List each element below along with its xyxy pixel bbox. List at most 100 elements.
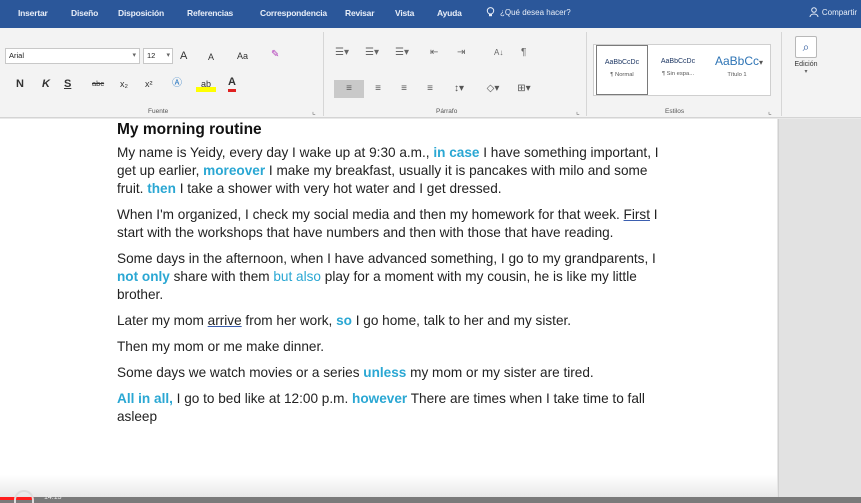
editing-label: Edición	[794, 61, 818, 68]
text-run: Later my mom	[117, 313, 208, 328]
share-label: Compartir	[821, 7, 857, 17]
shrink-font-button[interactable]: A	[208, 49, 214, 65]
text-run: I go home, talk to her and my sister.	[351, 313, 572, 328]
search-icon: ⌕	[795, 36, 817, 58]
highlighted-word: First	[623, 207, 650, 222]
highlighted-word: but also	[273, 269, 321, 284]
tell-me-label: ¿Qué desea hacer?	[500, 7, 571, 17]
highlighted-word: All in all,	[117, 391, 173, 406]
highlighted-word: in case	[433, 145, 480, 160]
strikethrough-button[interactable]: abc	[92, 76, 104, 92]
increase-indent-icon[interactable]: ⇥	[457, 45, 465, 61]
group-divider	[781, 32, 782, 116]
chevron-down-icon: ▾	[166, 52, 170, 59]
dialog-launcher-icon[interactable]: ⌞	[312, 107, 316, 116]
clear-format-icon[interactable]: ✎	[271, 47, 279, 63]
font-color-button[interactable]: A	[228, 76, 236, 92]
tab-correspondencia[interactable]: Correspondencia	[260, 8, 327, 18]
justify-icon[interactable]: ≡	[419, 80, 441, 98]
group-divider	[586, 32, 587, 116]
numbering-icon[interactable]: ☰▾	[365, 45, 379, 61]
styles-gallery: AaBbCcDc ¶ Normal AaBbCcDc ¶ Sin espa...…	[593, 44, 771, 96]
change-case-button[interactable]: Aa	[237, 48, 248, 64]
style-no-spacing[interactable]: AaBbCcDc ¶ Sin espa...	[652, 45, 704, 95]
tab-revisar[interactable]: Revisar	[345, 8, 375, 18]
bullets-icon[interactable]: ☰▾	[335, 45, 349, 61]
styles-group-label: Estilos	[665, 108, 685, 115]
side-panel	[778, 119, 861, 503]
style-heading-1[interactable]: AaBbCc Título 1	[706, 45, 768, 95]
group-divider	[323, 32, 324, 116]
video-progress-track[interactable]	[0, 497, 861, 503]
superscript-button[interactable]: x²	[145, 76, 153, 92]
style-name: ¶ Sin espa...	[661, 71, 695, 77]
dialog-launcher-icon[interactable]: ⌞	[768, 107, 772, 116]
sort-button[interactable]: A↓	[494, 45, 503, 61]
chevron-down-icon: ▾	[804, 69, 808, 75]
multilevel-list-icon[interactable]: ☰▾	[395, 45, 409, 61]
chevron-down-icon[interactable]: ▾	[759, 58, 763, 67]
text-effects-icon[interactable]: Ⓐ	[172, 76, 182, 92]
subscript-button[interactable]: x₂	[120, 76, 128, 92]
text-run: Some days in the afternoon, when I have …	[117, 251, 656, 266]
ribbon-tab-bar: Insertar Diseño Disposición Referencias …	[0, 0, 861, 28]
tell-me-box[interactable]: ¿Qué desea hacer?	[486, 7, 571, 17]
style-name: Título 1	[727, 72, 747, 78]
bold-button[interactable]: N	[16, 76, 24, 92]
line-spacing-icon[interactable]: ↕▾	[448, 80, 470, 98]
document-content[interactable]: My morning routine My name is Yeidy, eve…	[117, 121, 677, 434]
font-group-label: Fuente	[148, 108, 169, 115]
align-center-icon[interactable]: ≡	[367, 80, 389, 98]
document-paragraph: Some days in the afternoon, when I have …	[117, 250, 677, 304]
document-body: My name is Yeidy, every day I wake up at…	[117, 144, 677, 426]
text-run: Some days we watch movies or a series	[117, 365, 364, 380]
highlighted-word: unless	[363, 365, 407, 380]
play-icon[interactable]	[14, 490, 34, 503]
tab-insertar[interactable]: Insertar	[18, 8, 48, 18]
decrease-indent-icon[interactable]: ⇤	[430, 45, 438, 61]
text-run: from her work,	[241, 313, 337, 328]
text-run: My name is Yeidy, every day I wake up at…	[117, 145, 434, 160]
highlighted-word: however	[352, 391, 408, 406]
document-paragraph: When I'm organized, I check my social me…	[117, 206, 677, 242]
tab-diseno[interactable]: Diseño	[71, 8, 98, 18]
text-run: I take a shower with very hot water and …	[175, 181, 502, 196]
font-name-select[interactable]: Arial ▾	[5, 48, 140, 64]
style-normal[interactable]: AaBbCcDc ¶ Normal	[596, 45, 648, 95]
highlighted-word: moreover	[203, 163, 266, 178]
text-run: my mom or my sister are tired.	[406, 365, 594, 380]
tab-vista[interactable]: Vista	[395, 8, 414, 18]
underline-button[interactable]: S	[64, 76, 71, 92]
person-icon	[809, 7, 819, 17]
tab-referencias[interactable]: Referencias	[187, 8, 233, 18]
document-paragraph: Later my mom arrive from her work, so I …	[117, 312, 677, 330]
text-run: share with them	[169, 269, 274, 284]
highlighted-word: not only	[117, 269, 170, 284]
highlighted-word: arrive	[207, 313, 242, 328]
italic-button[interactable]: K	[42, 76, 50, 92]
align-left-icon: ≡	[346, 83, 352, 94]
shading-icon[interactable]: ◇▾	[482, 80, 504, 98]
tab-disposicion[interactable]: Disposición	[118, 8, 164, 18]
align-right-icon[interactable]: ≡	[393, 80, 415, 98]
editing-button[interactable]: ⌕ Edición ▾	[786, 32, 826, 112]
font-size-value: 12	[147, 51, 156, 60]
document-paragraph: My name is Yeidy, every day I wake up at…	[117, 144, 677, 198]
style-preview: AaBbCcDc	[660, 58, 696, 65]
show-marks-button[interactable]: ¶	[521, 45, 526, 61]
video-time: 14:13	[44, 494, 62, 501]
document-title: My morning routine	[117, 121, 262, 138]
chevron-down-icon: ▾	[132, 52, 136, 59]
text-run: When I'm organized, I check my social me…	[117, 207, 624, 222]
document-paragraph: All in all, I go to bed like at 12:00 p.…	[117, 390, 677, 426]
style-name: ¶ Normal	[610, 72, 634, 78]
paragraph-group-label: Párrafo	[436, 108, 458, 115]
borders-icon[interactable]: ⊞▾	[513, 80, 535, 98]
dialog-launcher-icon[interactable]: ⌞	[576, 107, 580, 116]
lightbulb-icon	[486, 7, 495, 17]
highlight-color-icon[interactable]: ab	[196, 76, 216, 92]
tab-ayuda[interactable]: Ayuda	[437, 8, 462, 18]
font-size-select[interactable]: 12 ▾	[143, 48, 173, 64]
share-button[interactable]: Compartir	[809, 7, 857, 17]
grow-font-button[interactable]: A	[180, 48, 187, 64]
